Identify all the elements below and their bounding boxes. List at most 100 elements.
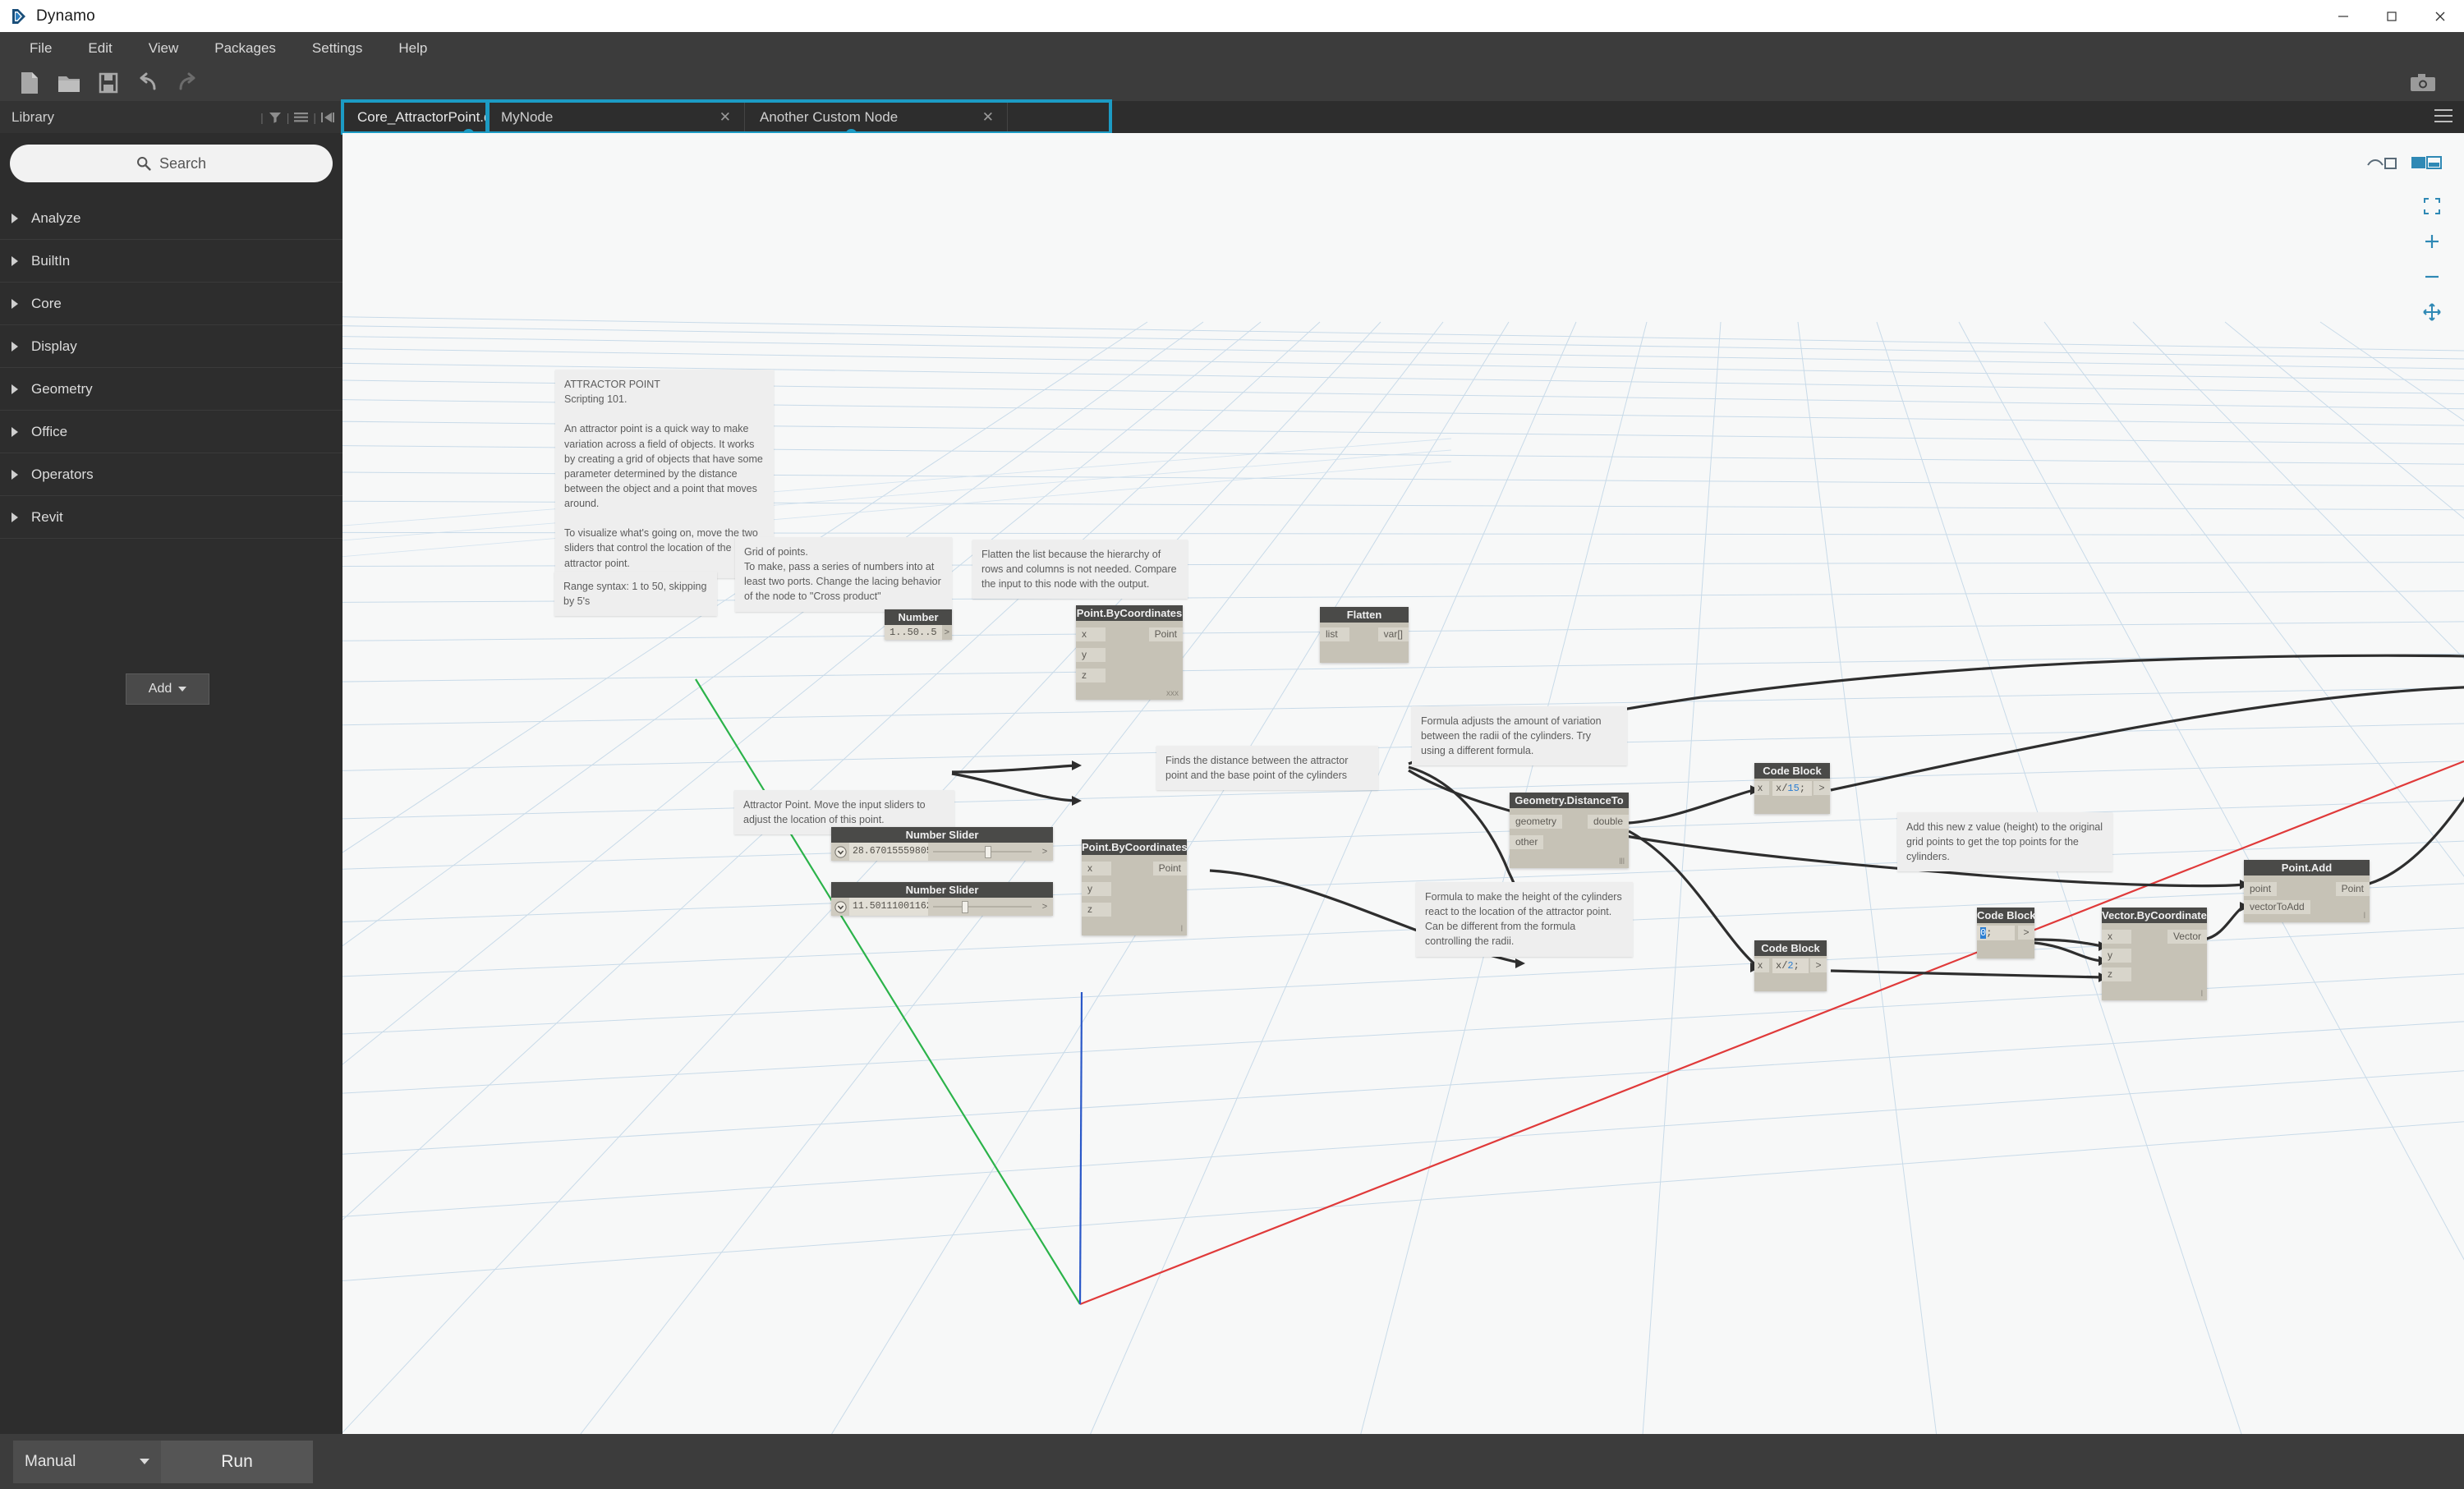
- input-port-x[interactable]: x: [1082, 862, 1111, 875]
- menu-file[interactable]: File: [11, 32, 70, 64]
- code-block-text[interactable]: x/2;: [1772, 958, 1809, 973]
- height-formula-note[interactable]: Formula to make the height of the cylind…: [1416, 882, 1633, 957]
- distance-note[interactable]: Finds the distance between the attractor…: [1156, 746, 1378, 791]
- input-port-y[interactable]: y: [2102, 949, 2131, 963]
- input-port-z[interactable]: z: [2102, 967, 2131, 981]
- undo-icon[interactable]: [128, 64, 168, 101]
- add-button[interactable]: Add: [126, 673, 209, 705]
- minimize-button[interactable]: [2319, 0, 2367, 32]
- node-code-block-zero[interactable]: Code Block 0; >: [1977, 908, 2034, 958]
- flatten-note[interactable]: Flatten the list because the hierarchy o…: [972, 540, 1188, 600]
- menu-packages[interactable]: Packages: [196, 32, 294, 64]
- sidebar-item-office[interactable]: Office: [0, 411, 342, 453]
- hamburger-icon[interactable]: [2434, 108, 2453, 127]
- radii-formula-note[interactable]: Formula adjusts the amount of variation …: [1412, 706, 1627, 766]
- input-port-z[interactable]: z: [1082, 903, 1111, 917]
- zoom-in-icon[interactable]: [2420, 229, 2444, 254]
- input-port-y[interactable]: y: [1082, 882, 1111, 896]
- output-port-vector[interactable]: Vector: [2167, 930, 2207, 944]
- sidebar-item-operators[interactable]: Operators: [0, 453, 342, 496]
- open-file-icon[interactable]: [49, 64, 89, 101]
- tab-another-custom-node[interactable]: Another Custom Node ✕: [745, 101, 1008, 133]
- slider-thumb[interactable]: [984, 846, 991, 858]
- code-block-text[interactable]: 0;: [1977, 926, 2015, 940]
- input-port-x[interactable]: x: [1754, 958, 1769, 972]
- run-button[interactable]: Run: [161, 1440, 313, 1483]
- node-geometry-distanceto[interactable]: Geometry.DistanceTo geometry other doubl…: [1510, 793, 1629, 868]
- input-port-z[interactable]: z: [1076, 669, 1106, 682]
- slider-output-port[interactable]: >: [1037, 843, 1053, 861]
- pan-icon[interactable]: [2420, 300, 2444, 324]
- node-code-block-radius[interactable]: Code Block x x/15; >: [1754, 763, 1830, 814]
- node-point-bycoordinates-attractor[interactable]: Point.ByCoordinates x y z Point l: [1082, 839, 1187, 935]
- sidebar-item-geometry[interactable]: Geometry: [0, 368, 342, 411]
- maximize-button[interactable]: [2367, 0, 2416, 32]
- input-port-list[interactable]: list: [1320, 627, 1349, 641]
- tab-close-icon[interactable]: ✕: [969, 109, 1007, 126]
- background-preview-toggle-icon[interactable]: [2408, 151, 2444, 176]
- output-port[interactable]: >: [1814, 781, 1830, 795]
- output-port-point[interactable]: Point: [1152, 862, 1187, 875]
- output-port[interactable]: >: [2018, 926, 2034, 940]
- sidebar-item-builtin[interactable]: BuiltIn: [0, 240, 342, 283]
- code-block-text[interactable]: x/15;: [1772, 781, 1812, 796]
- tab-close-icon[interactable]: ✕: [706, 109, 744, 126]
- expand-chevron-icon[interactable]: [831, 898, 849, 916]
- point-add-note[interactable]: Add this new z value (height) to the ori…: [1897, 812, 2112, 872]
- node-point-bycoordinates-grid[interactable]: Point.ByCoordinates x y z Point xxx: [1076, 605, 1183, 700]
- sidebar-item-display[interactable]: Display: [0, 325, 342, 368]
- node-point-add[interactable]: Point.Add point vectorToAdd Point l: [2244, 860, 2370, 922]
- output-port-point[interactable]: Point: [2335, 882, 2370, 896]
- node-flatten[interactable]: Flatten list var[]: [1320, 607, 1409, 663]
- sidebar-item-core[interactable]: Core: [0, 283, 342, 325]
- list-view-icon[interactable]: [294, 112, 309, 123]
- slider-track[interactable]: [928, 898, 1037, 916]
- input-port-other[interactable]: other: [1510, 835, 1544, 849]
- output-port[interactable]: >: [1810, 958, 1827, 972]
- graph-canvas[interactable]: ATTRACTOR POINT Scripting 101. An attrac…: [342, 133, 2464, 1434]
- tab-core-attractorpoint[interactable]: Core_AttractorPoint.dyn ✕: [342, 101, 531, 133]
- slider-output-port[interactable]: >: [1037, 898, 1053, 916]
- filter-icon[interactable]: [269, 111, 282, 124]
- zoom-out-icon[interactable]: [2420, 264, 2444, 289]
- node-vector-bycoordinates[interactable]: Vector.ByCoordinates x y z Vector l: [2102, 908, 2207, 1000]
- node-number-slider-x[interactable]: Number Slider 28.67015559805 >: [831, 827, 1053, 861]
- slider-thumb[interactable]: [961, 901, 968, 913]
- node-code-block-height[interactable]: Code Block x x/2; >: [1754, 940, 1827, 991]
- input-port-x[interactable]: x: [1754, 781, 1769, 795]
- expand-chevron-icon[interactable]: [831, 843, 849, 861]
- close-button[interactable]: [2416, 0, 2464, 32]
- input-port-x[interactable]: x: [2102, 930, 2131, 944]
- redo-icon[interactable]: [168, 64, 207, 101]
- output-port-double[interactable]: double: [1587, 815, 1629, 829]
- number-value[interactable]: 1..50..5: [885, 625, 942, 640]
- menu-help[interactable]: Help: [380, 32, 445, 64]
- menu-edit[interactable]: Edit: [70, 32, 130, 64]
- run-mode-dropdown[interactable]: Manual: [13, 1440, 161, 1483]
- tab-mynode[interactable]: MyNode ✕: [486, 101, 745, 133]
- input-port-point[interactable]: point: [2244, 882, 2278, 896]
- node-number[interactable]: Number 1..50..5 >: [885, 609, 952, 640]
- sidebar-item-analyze[interactable]: Analyze: [0, 197, 342, 240]
- menu-settings[interactable]: Settings: [294, 32, 380, 64]
- collapse-panel-icon[interactable]: [321, 112, 334, 123]
- menu-view[interactable]: View: [131, 32, 197, 64]
- save-file-icon[interactable]: [89, 64, 128, 101]
- grid-of-points-note[interactable]: Grid of points. To make, pass a series o…: [735, 537, 952, 612]
- input-port-vectortoadd[interactable]: vectorToAdd: [2244, 900, 2310, 914]
- number-output-port[interactable]: >: [942, 625, 952, 640]
- slider-track[interactable]: [928, 843, 1037, 861]
- output-port-point[interactable]: Point: [1148, 627, 1183, 641]
- input-port-y[interactable]: y: [1076, 648, 1106, 662]
- camera-icon[interactable]: [2403, 64, 2443, 101]
- output-port-var[interactable]: var[]: [1377, 627, 1409, 641]
- search-input[interactable]: Search: [10, 145, 333, 182]
- new-file-icon[interactable]: [10, 64, 49, 101]
- input-port-x[interactable]: x: [1076, 627, 1106, 641]
- slider-value[interactable]: 11.50111001162: [849, 898, 928, 916]
- range-syntax-note[interactable]: Range syntax: 1 to 50, skipping by 5's: [554, 572, 717, 617]
- slider-value[interactable]: 28.67015559805: [849, 843, 928, 861]
- geometry-view-toggle-icon[interactable]: [2364, 151, 2400, 176]
- node-number-slider-y[interactable]: Number Slider 11.50111001162 >: [831, 882, 1053, 916]
- input-port-geometry[interactable]: geometry: [1510, 815, 1563, 829]
